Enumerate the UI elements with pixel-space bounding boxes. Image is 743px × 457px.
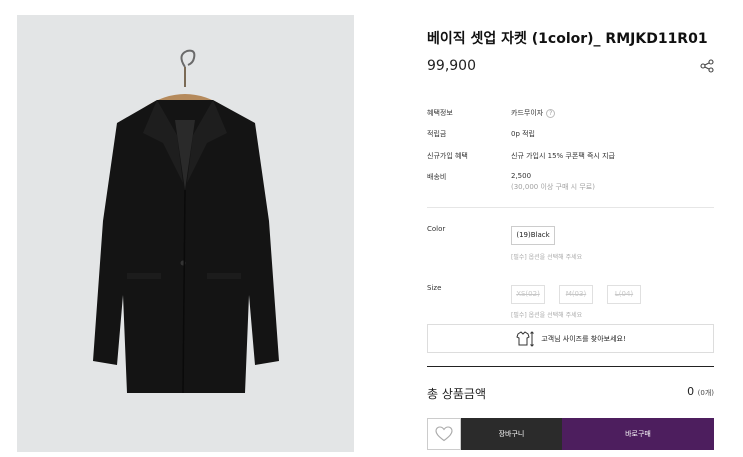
- option-label-color: Color: [427, 225, 446, 233]
- size-option-xs[interactable]: XS(02): [511, 285, 545, 304]
- spec-label: 적립금: [427, 130, 447, 138]
- divider: [427, 366, 714, 367]
- size-option-hint: [필수] 옵션을 선택해 주세요: [511, 312, 583, 319]
- divider: [427, 207, 714, 208]
- spec-value: 신규 가입시 15% 쿠폰팩 즉시 지급: [511, 152, 615, 160]
- wishlist-button[interactable]: [427, 418, 461, 450]
- size-finder-label: 고객님 사이즈를 찾아보세요!: [541, 334, 626, 343]
- size-option-l[interactable]: L(04): [607, 285, 641, 304]
- spec-label: 신규가입 혜택: [427, 152, 468, 160]
- color-option-black[interactable]: (19)Black: [511, 226, 555, 245]
- heart-icon: [435, 426, 453, 442]
- product-price: 99,900: [427, 58, 476, 74]
- size-finder-button[interactable]: 고객님 사이즈를 찾아보세요!: [427, 324, 714, 353]
- total-value: 0 (0개): [687, 385, 714, 398]
- spec-value: 0p 적립: [511, 130, 536, 138]
- total-amount: 0: [687, 385, 695, 398]
- size-option-m[interactable]: M(03): [559, 285, 593, 304]
- color-option-hint: [필수] 옵션을 선택해 주세요: [511, 254, 583, 261]
- total-label: 총 상품금액: [427, 387, 487, 401]
- help-icon[interactable]: ?: [546, 108, 556, 118]
- spec-label: 배송비: [427, 173, 447, 181]
- spec-label: 혜택정보: [427, 109, 453, 117]
- option-label-size: Size: [427, 284, 442, 292]
- spec-value: 2,500: [511, 172, 532, 180]
- spec-subtext: (30,000 이상 구매 시 무료): [511, 183, 595, 191]
- shirt-ruler-icon: [516, 330, 535, 347]
- share-icon[interactable]: [699, 58, 715, 74]
- product-title: 베이직 셋업 자켓 (1color)_ RMJKD11R01: [427, 31, 708, 47]
- product-image: [17, 15, 354, 452]
- total-count: (0개): [697, 389, 714, 397]
- buy-now-button[interactable]: 바로구매: [562, 418, 714, 450]
- spec-value: 카드무이자: [511, 109, 544, 117]
- add-to-cart-button[interactable]: 장바구니: [461, 418, 562, 450]
